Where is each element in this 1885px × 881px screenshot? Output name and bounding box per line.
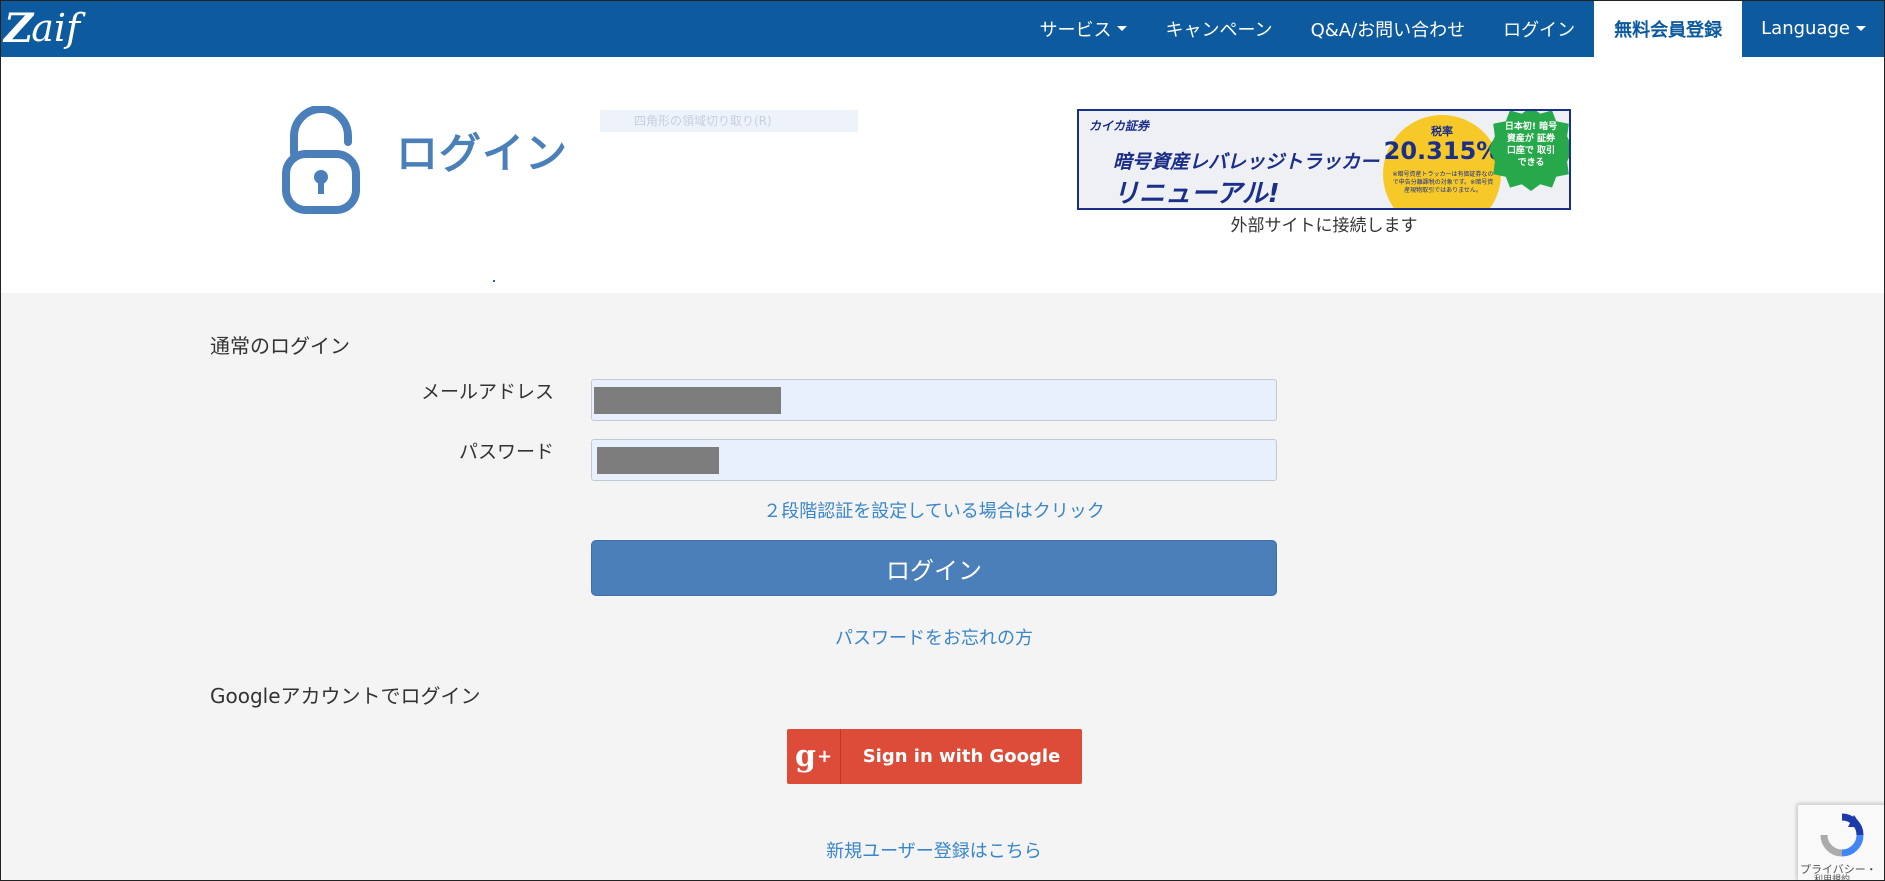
logo-mark: Z: [4, 4, 33, 52]
banner-badge: 日本初! 暗号資産が 証券口座で 取引できる: [1489, 111, 1569, 191]
nav-item-label: サービス: [1039, 19, 1112, 41]
nav-item-label: Language: [1761, 18, 1850, 39]
google-plus-icon: g +: [787, 729, 841, 784]
google-sign-in-button[interactable]: g + Sign in with Google: [787, 729, 1082, 784]
top-navbar: Z aif サービス キャンペーン Q&A/お問い合わせ ログイン 無料会員登録…: [0, 0, 1885, 57]
decorative-dot: [493, 280, 495, 282]
caret-down-icon: [1856, 26, 1866, 31]
normal-login-heading: 通常のログイン: [210, 334, 350, 358]
email-label: メールアドレス: [420, 381, 554, 403]
zaif-logo[interactable]: Z aif: [4, 4, 81, 52]
faint-overlay-label: 四角形の領域切り取り(R): [600, 110, 858, 132]
page-title: ログイン: [396, 129, 569, 178]
google-plus-icon-letter: g: [794, 739, 816, 774]
google-button-label: Sign in with Google: [862, 746, 1061, 767]
promo-banner[interactable]: カイカ証券 暗号資産レバレッジトラッカー リニューアル! 税率 20.315% …: [1077, 109, 1571, 210]
recaptcha-badge[interactable]: プライバシー・ 利用規約: [1797, 804, 1885, 881]
unlocked-padlock-icon: [282, 106, 360, 214]
banner-subheadline: リニューアル!: [1113, 179, 1280, 209]
google-login-heading: Googleアカウントでログイン: [210, 684, 481, 708]
banner-badge-text: 日本初! 暗号資産が 証券口座で 取引できる: [1504, 122, 1558, 168]
banner-headline: 暗号資産レバレッジトラッカー: [1113, 151, 1380, 173]
password-input[interactable]: [591, 439, 1277, 481]
password-label: パスワード: [458, 441, 554, 463]
redacted-value: [597, 447, 719, 474]
caret-down-icon: [1117, 26, 1128, 31]
nav-item-language[interactable]: Language: [1742, 0, 1885, 57]
new-user-register-link[interactable]: 新規ユーザー登録はこちら: [591, 837, 1277, 863]
banner-rate-circle: 税率 20.315% ※暗号資産トラッカーは有価証券なので申告分離課税の対象です…: [1383, 115, 1501, 208]
nav-item-free-register[interactable]: 無料会員登録: [1594, 0, 1743, 57]
banner-brand: カイカ証券: [1089, 119, 1150, 133]
nav-item-services[interactable]: サービス: [1020, 0, 1146, 57]
banner-fine-print: ※暗号資産トラッカーは有価証券なので申告分離課税の対象です。※暗号資産現物取引で…: [1392, 171, 1494, 194]
recaptcha-icon: [1820, 813, 1864, 857]
banner-rate-value: 20.315%: [1383, 137, 1501, 165]
banner-caption: 外部サイトに接続します: [1230, 216, 1418, 236]
login-button[interactable]: ログイン: [591, 540, 1277, 596]
nav-item-qa-contact[interactable]: Q&A/お問い合わせ: [1292, 0, 1485, 57]
nav-item-label: Q&A/お問い合わせ: [1310, 19, 1466, 41]
nav-item-login[interactable]: ログイン: [1484, 0, 1594, 57]
email-input[interactable]: [591, 379, 1277, 421]
nav-item-campaign[interactable]: キャンペーン: [1146, 0, 1291, 57]
forgot-password-link[interactable]: パスワードをお忘れの方: [591, 624, 1277, 650]
google-plus-icon-plus: +: [816, 746, 833, 767]
nav-item-label: 無料会員登録: [1614, 19, 1723, 41]
logo-text: aif: [31, 6, 81, 50]
recaptcha-terms-link[interactable]: 利用規約: [1814, 872, 1850, 880]
two-factor-link[interactable]: ２段階認証を設定している場合はクリック: [591, 497, 1277, 523]
nav-item-label: キャンペーン: [1165, 19, 1273, 41]
nav-menu: サービス キャンペーン Q&A/お問い合わせ ログイン 無料会員登録 Langu…: [1020, 0, 1885, 57]
nav-item-label: ログイン: [1503, 19, 1576, 41]
redacted-value: [594, 387, 781, 414]
